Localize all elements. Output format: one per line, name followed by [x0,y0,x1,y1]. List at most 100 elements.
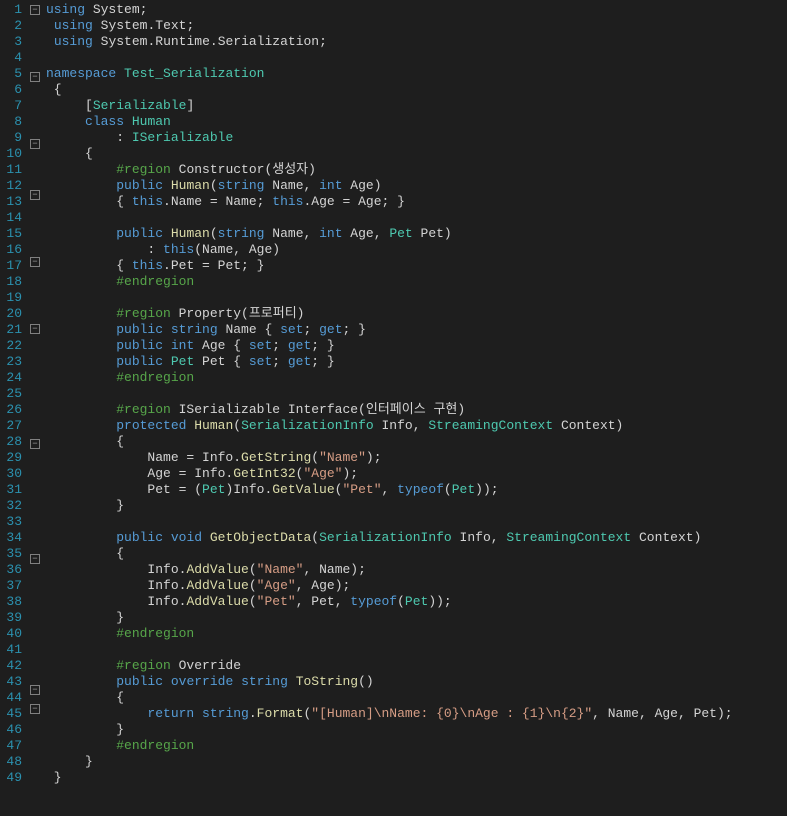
fold-marker[interactable] [28,800,42,816]
code-line[interactable]: Info.AddValue("Pet", Pet, typeof(Pet)); [46,594,787,610]
fold-marker[interactable] [28,356,42,372]
code-line[interactable] [46,50,787,66]
fold-gutter[interactable]: − − − − − − − − − − [28,0,42,786]
code-line[interactable]: { this.Name = Name; this.Age = Age; } [46,194,787,210]
fold-marker[interactable]: − [28,139,42,155]
code-line[interactable]: public Human(string Name, int Age) [46,178,787,194]
fold-marker[interactable]: − [28,704,42,720]
code-line[interactable]: { [46,82,787,98]
code-line[interactable]: : ISerializable [46,130,787,146]
code-line[interactable]: public override string ToString() [46,674,787,690]
code-line[interactable]: { this.Pet = Pet; } [46,258,787,274]
code-area[interactable]: using System; using System.Text; using S… [42,0,787,786]
fold-marker[interactable] [28,720,42,736]
fold-marker[interactable] [28,340,42,356]
code-line[interactable]: : this(Name, Age) [46,242,787,258]
fold-marker[interactable] [28,519,42,535]
code-line[interactable]: protected Human(SerializationInfo Info, … [46,418,787,434]
fold-marker[interactable]: − [28,324,42,340]
fold-marker[interactable] [28,155,42,171]
code-line[interactable]: } [46,770,787,786]
fold-marker[interactable] [28,586,42,602]
fold-marker[interactable] [28,487,42,503]
fold-marker[interactable] [28,88,42,104]
code-line[interactable]: { [46,434,787,450]
fold-marker[interactable] [28,206,42,222]
fold-marker[interactable] [28,404,42,420]
code-line[interactable] [46,386,787,402]
fold-marker[interactable] [28,222,42,238]
fold-marker[interactable]: − [28,685,42,701]
code-line[interactable]: public void GetObjectData(SerializationI… [46,530,787,546]
code-line[interactable]: using System; [46,2,787,18]
code-line[interactable]: public string Name { set; get; } [46,322,787,338]
fold-marker[interactable]: − [28,72,42,88]
fold-marker[interactable] [28,120,42,136]
fold-marker[interactable]: − [28,439,42,455]
fold-marker[interactable] [28,666,42,682]
fold-marker[interactable] [28,372,42,388]
code-line[interactable]: } [46,610,787,626]
fold-marker[interactable] [28,634,42,650]
fold-marker[interactable] [28,289,42,305]
fold-marker[interactable] [28,305,42,321]
code-line[interactable] [46,210,787,226]
code-line[interactable]: #region Override [46,658,787,674]
code-line[interactable]: return string.Format("[Human]\nName: {0}… [46,706,787,722]
fold-marker[interactable] [28,570,42,586]
fold-marker[interactable] [28,388,42,404]
code-line[interactable]: #endregion [46,274,787,290]
fold-marker[interactable]: − [28,5,42,21]
code-line[interactable]: #endregion [46,370,787,386]
code-line[interactable]: } [46,498,787,514]
code-line[interactable]: Name = Info.GetString("Name"); [46,450,787,466]
fold-marker[interactable]: − [28,554,42,570]
fold-marker[interactable]: − [28,190,42,206]
code-line[interactable]: #region ISerializable Interface(인터페이스 구현… [46,402,787,418]
code-line[interactable] [46,290,787,306]
code-line[interactable]: Pet = (Pet)Info.GetValue("Pet", typeof(P… [46,482,787,498]
code-line[interactable]: { [46,690,787,706]
code-line[interactable]: Info.AddValue("Age", Age); [46,578,787,594]
code-line[interactable]: namespace Test_Serialization [46,66,787,82]
code-line[interactable]: Age = Info.GetInt32("Age"); [46,466,787,482]
code-line[interactable]: [Serializable] [46,98,787,114]
code-line[interactable]: #endregion [46,738,787,754]
code-line[interactable]: #region Constructor(생성자) [46,162,787,178]
code-line[interactable]: #region Property(프로퍼티) [46,306,787,322]
fold-marker[interactable] [28,784,42,800]
fold-marker[interactable] [28,471,42,487]
code-line[interactable]: } [46,754,787,770]
code-line[interactable]: class Human [46,114,787,130]
fold-marker[interactable] [28,752,42,768]
fold-marker[interactable] [28,650,42,666]
fold-marker[interactable] [28,602,42,618]
fold-marker[interactable] [28,618,42,634]
fold-marker[interactable] [28,736,42,752]
code-line[interactable]: Info.AddValue("Name", Name); [46,562,787,578]
fold-marker[interactable] [28,53,42,69]
fold-marker[interactable] [28,238,42,254]
code-line[interactable]: { [46,546,787,562]
code-line[interactable]: using System.Text; [46,18,787,34]
fold-marker[interactable] [28,37,42,53]
code-line[interactable] [46,514,787,530]
code-line[interactable]: using System.Runtime.Serialization; [46,34,787,50]
fold-marker[interactable] [28,455,42,471]
fold-marker[interactable] [28,21,42,37]
code-line[interactable] [46,642,787,658]
code-line[interactable]: public Pet Pet { set; get; } [46,354,787,370]
fold-marker[interactable] [28,768,42,784]
code-line[interactable]: { [46,146,787,162]
fold-marker[interactable] [28,171,42,187]
code-line[interactable]: } [46,722,787,738]
fold-marker[interactable] [28,503,42,519]
code-line[interactable]: public int Age { set; get; } [46,338,787,354]
fold-marker[interactable]: − [28,257,42,273]
code-line[interactable]: public Human(string Name, int Age, Pet P… [46,226,787,242]
code-line[interactable]: #endregion [46,626,787,642]
fold-marker[interactable] [28,273,42,289]
fold-marker[interactable] [28,104,42,120]
fold-marker[interactable] [28,535,42,551]
fold-marker[interactable] [28,420,42,436]
